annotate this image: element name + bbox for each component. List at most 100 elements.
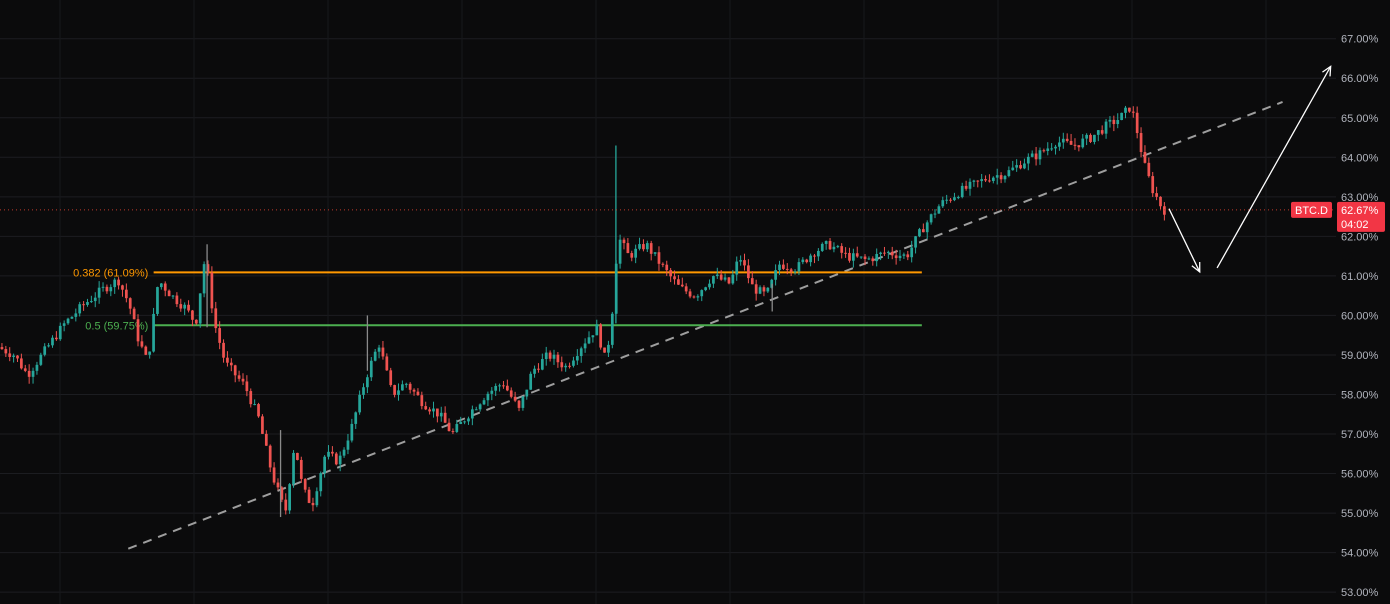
candle-body (23, 368, 27, 371)
candle-body (937, 206, 941, 214)
candle-body (774, 270, 777, 280)
candle-body (824, 241, 828, 244)
candle-body (1034, 153, 1038, 160)
candle-body (677, 279, 680, 285)
candle-body (202, 264, 206, 294)
candle-body (902, 254, 906, 256)
candle-body (797, 262, 801, 272)
candle-body (513, 396, 517, 401)
candle-body (848, 252, 851, 261)
candle-body (1089, 134, 1092, 142)
btc-dominance-chart[interactable]: 0.382 (61.09%)0.5 (59.75%) 53.00%54.00%5… (0, 0, 1390, 604)
candle-body (988, 180, 991, 182)
candle-body (385, 356, 389, 371)
projection-arrow-2[interactable] (1216, 66, 1332, 269)
candle-body (167, 290, 171, 297)
candle-body (999, 175, 1003, 180)
price-badge-countdown: 04:02 (1341, 219, 1369, 231)
candle-body (27, 370, 31, 377)
candle-body (591, 335, 595, 338)
fib-label-0.382: 0.382 (61.09%) (73, 267, 148, 279)
candle-body (354, 412, 358, 424)
candle-body (210, 272, 214, 309)
candle-body (323, 456, 326, 474)
candles-layer (0, 105, 1166, 518)
candle-body (560, 362, 564, 368)
candle-body (568, 365, 571, 367)
projection-arrow-1[interactable] (1168, 208, 1201, 273)
candle-body (502, 385, 505, 387)
candle-body (331, 451, 334, 454)
candle-body (618, 239, 622, 264)
candle-body (264, 433, 268, 446)
candle-body (471, 409, 474, 419)
candle-body (35, 364, 39, 371)
candle-body (1015, 165, 1019, 168)
candle-body (303, 478, 307, 490)
candle-body (813, 255, 816, 257)
candle-body (863, 256, 867, 260)
candle-body (575, 356, 579, 361)
y-tick-label: 64.00% (1341, 152, 1379, 164)
candle-body (1026, 156, 1030, 164)
candle-body (113, 279, 117, 288)
candle-body (292, 452, 295, 485)
candle-body (583, 343, 587, 349)
candle-body (1135, 112, 1139, 134)
candle-body (241, 378, 245, 382)
y-tick-label: 57.00% (1341, 429, 1379, 441)
candle-body (381, 347, 385, 357)
candle-body (1116, 120, 1120, 125)
projection-arrows-layer (1168, 65, 1332, 274)
candle-body (451, 431, 455, 433)
candle-body (875, 253, 879, 262)
candle-body (179, 304, 183, 309)
candle-body (980, 179, 984, 182)
candle-body (653, 252, 657, 254)
candle-body (43, 346, 47, 355)
candle-body (1054, 146, 1057, 149)
candle-body (704, 287, 707, 291)
candle-body (366, 377, 369, 388)
candle-body (1030, 153, 1034, 157)
y-tick-label: 65.00% (1341, 113, 1379, 125)
candle-body (490, 390, 494, 394)
candle-body (692, 296, 696, 298)
candle-body (373, 351, 377, 361)
candle-body (288, 484, 291, 511)
candle-body (1058, 142, 1061, 147)
y-tick-label: 53.00% (1341, 587, 1379, 599)
candle-body (105, 286, 109, 292)
y-tick-label: 56.00% (1341, 469, 1379, 481)
candle-body (90, 301, 93, 303)
candle-body (715, 274, 719, 277)
candle-body (459, 421, 463, 425)
candle-body (991, 177, 995, 181)
candle-body (428, 409, 431, 412)
candle-body (194, 319, 198, 324)
candle-body (159, 283, 163, 288)
candle-body (587, 337, 591, 344)
y-tick-label: 62.00% (1341, 231, 1379, 243)
candle-body (187, 304, 190, 311)
candle-body (58, 325, 62, 340)
candle-body (132, 308, 136, 320)
candle-body (62, 323, 66, 326)
candle-body (284, 499, 288, 511)
candle-body (649, 243, 653, 254)
y-tick-label: 59.00% (1341, 350, 1379, 362)
candle-body (890, 251, 894, 256)
price-axis[interactable]: 53.00% 54.00% 55.00% 56.00% 57.00% 58.00% 59.0… (1341, 34, 1379, 599)
candle-body (642, 244, 645, 250)
y-tick-label: 54.00% (1341, 548, 1379, 560)
candle-body (327, 451, 330, 457)
candle-body (1007, 170, 1011, 176)
candle-body (933, 213, 937, 215)
candle-body (12, 355, 15, 357)
candle-body (55, 337, 58, 340)
candle-body (805, 259, 809, 263)
candle-body (31, 370, 35, 377)
candle-body (358, 394, 361, 413)
candle-body (342, 449, 346, 456)
candle-body (420, 395, 424, 407)
